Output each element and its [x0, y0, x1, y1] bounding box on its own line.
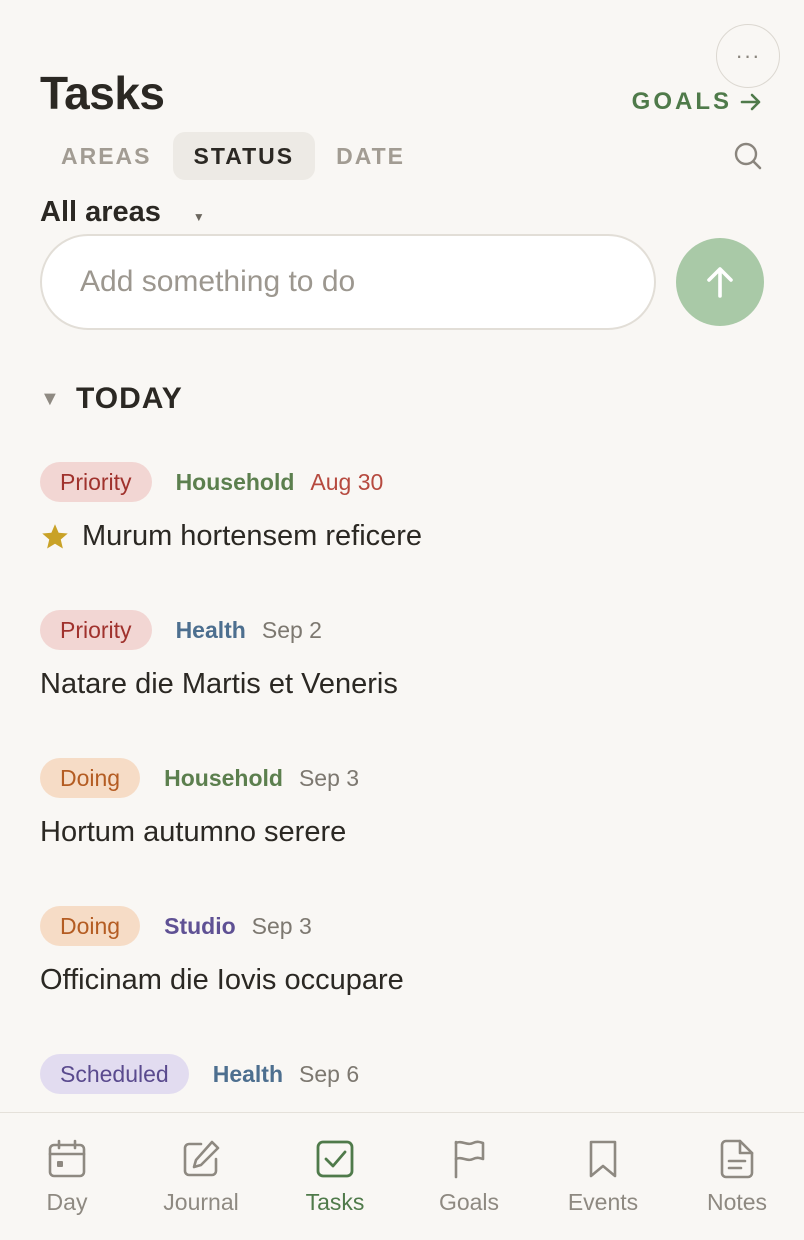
caret-down-icon: ▼	[192, 209, 205, 224]
submit-task-button[interactable]	[676, 238, 764, 326]
task-title: Natare die Martis et Veneris	[40, 668, 398, 700]
more-options-button[interactable]: ···	[716, 24, 780, 88]
task-item[interactable]: Doing Household Sep 3 Hortum autumno ser…	[40, 758, 764, 849]
status-badge: Doing	[40, 906, 141, 946]
search-icon[interactable]	[732, 140, 764, 172]
tab-status[interactable]: STATUS	[172, 132, 316, 180]
task-item[interactable]: Priority Health Sep 2 Natare die Martis …	[40, 610, 764, 701]
area-filter-select[interactable]: All areas ▼	[40, 196, 205, 229]
task-title: Officinam die Iovis occupare	[40, 964, 404, 996]
page-title: Tasks	[40, 67, 165, 119]
section-label: TODAY	[76, 382, 183, 415]
checkbox-icon	[316, 1140, 354, 1178]
view-tabs: AREAS STATUS DATE	[40, 132, 426, 180]
edit-icon	[183, 1140, 220, 1177]
task-item[interactable]: Priority Household Aug 30 Murum hortense…	[40, 462, 764, 553]
collapse-triangle-icon: ▼	[40, 387, 60, 410]
arrow-up-icon	[707, 267, 733, 298]
flag-icon	[454, 1140, 485, 1179]
task-area: Studio	[164, 912, 236, 939]
calendar-icon	[48, 1139, 86, 1178]
note-icon	[720, 1139, 754, 1179]
nav-item-label: Events	[567, 1189, 639, 1215]
status-badge: Scheduled	[40, 1054, 189, 1094]
nav-item-label: Notes	[706, 1189, 768, 1215]
tab-date[interactable]: DATE	[315, 132, 426, 180]
nav-item-label: Goals	[438, 1189, 500, 1215]
tab-areas[interactable]: AREAS	[40, 132, 173, 180]
nav-item-label: Journal	[163, 1189, 239, 1215]
bookmark-icon	[589, 1140, 617, 1178]
task-date: Aug 30	[310, 468, 384, 495]
area-filter-value: All areas	[40, 196, 161, 228]
task-date: Sep 6	[299, 1060, 360, 1087]
task-date: Sep 3	[298, 764, 360, 791]
more-horizontal-icon: ···	[735, 43, 761, 68]
nav-item-events[interactable]: Events	[536, 1113, 670, 1240]
status-badge: Priority	[40, 610, 152, 650]
nav-item-label: Day	[46, 1189, 88, 1215]
task-item[interactable]: Doing Studio Sep 3 Officinam die Iovis o…	[40, 906, 764, 997]
task-area: Health	[212, 1060, 283, 1087]
task-date: Sep 2	[261, 616, 322, 643]
nav-item-tasks[interactable]: Tasks	[268, 1113, 402, 1240]
nav-item-day[interactable]: Day	[0, 1113, 134, 1240]
star-icon	[42, 523, 68, 548]
task-area: Health	[175, 616, 246, 643]
arrow-right-icon	[740, 93, 761, 111]
task-title: Murum hortensem reficere	[82, 520, 423, 552]
nav-item-label: Tasks	[305, 1189, 365, 1215]
bottom-nav: Day Journal Tasks Goals Events Notes	[0, 1112, 804, 1240]
section-today-header[interactable]: ▼ TODAY	[40, 382, 183, 416]
task-area: Household	[175, 468, 295, 495]
goals-link-label: GOALS	[631, 88, 732, 115]
nav-item-goals[interactable]: Goals	[402, 1113, 536, 1240]
nav-item-journal[interactable]: Journal	[134, 1113, 268, 1240]
status-badge: Priority	[40, 462, 152, 502]
task-item[interactable]: Scheduled Health Sep 6	[40, 1054, 764, 1094]
task-date: Sep 3	[251, 912, 312, 939]
status-badge: Doing	[40, 758, 141, 798]
task-title: Hortum autumno serere	[40, 816, 347, 848]
task-area: Household	[164, 764, 283, 791]
goals-link[interactable]: GOALS	[632, 88, 762, 116]
add-task-input[interactable]	[40, 234, 656, 330]
nav-item-notes[interactable]: Notes	[670, 1113, 804, 1240]
